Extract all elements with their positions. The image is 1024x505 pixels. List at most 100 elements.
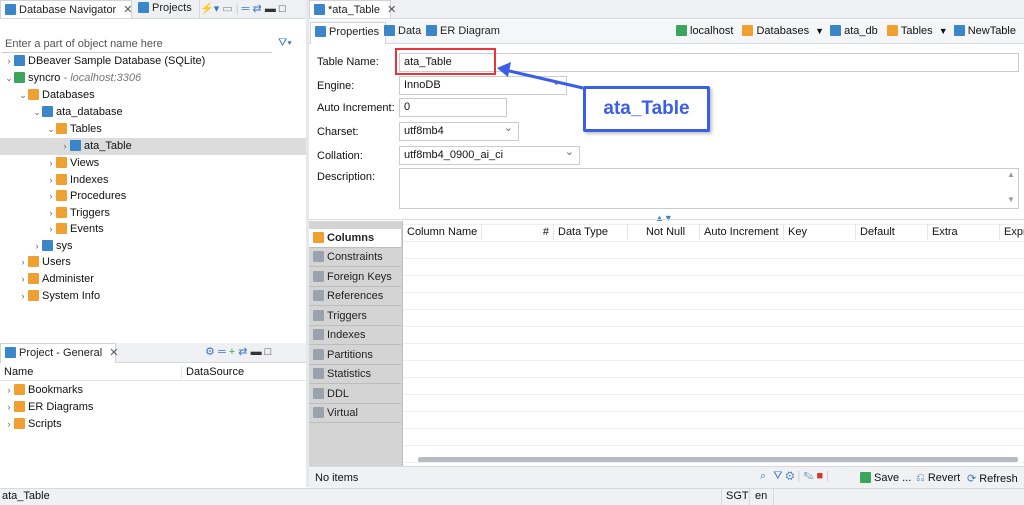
chevron-down-icon[interactable]: ⌄ [4,70,14,87]
chevron-right-icon[interactable]: › [4,416,14,433]
column-header-auto-increment[interactable]: Auto Increment [700,224,784,240]
minimize-icon[interactable]: ▬ [265,3,276,15]
project-item-bookmarks[interactable]: › Bookmarks [0,382,83,399]
folder-icon[interactable]: ▭ [222,3,232,15]
column-header-not-null[interactable]: Not Null [628,224,700,240]
tree-item-triggers[interactable]: › Triggers [0,205,110,222]
collation-select[interactable]: utf8mb4_0900_ai_ci [399,145,580,165]
link-with-editor-icon[interactable]: ⇄ [253,3,262,15]
tab-projects[interactable]: Projects [134,0,200,18]
chevron-right-icon[interactable]: › [18,254,28,271]
tree-item-events[interactable]: › Events [0,221,104,238]
side-tab-foreign-keys[interactable]: Foreign Keys [309,268,401,287]
subtab-er-diagram[interactable]: ER Diagram [422,22,506,44]
column-header-data-type[interactable]: Data Type [554,224,628,240]
chevron-right-icon[interactable]: › [60,138,70,155]
side-tab-columns[interactable]: Columns [309,229,401,248]
chevron-right-icon[interactable]: › [46,172,56,189]
subtab-properties[interactable]: Properties [310,22,387,44]
description-textarea[interactable] [399,168,1019,209]
link-with-editor-icon[interactable]: ⇄ [238,346,247,358]
gear-icon[interactable]: ⚙ [205,346,215,358]
column-header-ordinal[interactable]: # [482,224,554,240]
tree-item-syncro[interactable]: ⌄ syncro - localhost:3306 [0,70,141,87]
refresh-button[interactable]: ⟳ Refresh [967,472,1018,485]
chevron-down-icon[interactable]: ⌄ [46,121,56,138]
chevron-down-icon[interactable]: ▼ [815,26,824,36]
delete-icon[interactable]: ■ [817,470,824,482]
tree-item-ata-database[interactable]: ⌄ ata_database [0,104,123,121]
chevron-right-icon[interactable]: › [4,399,14,416]
chevron-right-icon[interactable]: › [46,205,56,222]
tree-item-ata-table[interactable]: › ata_Table [0,138,306,155]
breadcrumb-db[interactable]: ata_db [830,25,878,37]
subtab-data[interactable]: Data [380,22,427,44]
breadcrumb-databases[interactable]: Databases [742,25,809,37]
project-item-er-diagrams[interactable]: › ER Diagrams [0,399,93,416]
tree-item-tables[interactable]: ⌄ Tables [0,121,102,138]
chevron-right-icon[interactable]: › [32,238,42,255]
filter-icon[interactable]: ⛛ [773,470,782,482]
side-tab-indexes[interactable]: Indexes [309,326,401,345]
close-icon[interactable]: ✕ [123,4,132,16]
chevron-right-icon[interactable]: › [4,382,14,399]
scroll-up-icon[interactable]: ▲ [1007,170,1015,179]
tree-item-indexes[interactable]: › Indexes [0,172,109,189]
chevron-right-icon[interactable]: › [46,221,56,238]
column-header-name[interactable]: Column Name [403,224,482,240]
column-header-datasource[interactable]: DataSource [181,366,244,378]
column-header-key[interactable]: Key [784,224,856,240]
breadcrumb-tables[interactable]: Tables [886,25,933,37]
gear-icon[interactable]: ⚙ [786,470,795,482]
chevron-right-icon[interactable]: › [18,288,28,305]
chevron-right-icon[interactable]: › [46,188,56,205]
horizontal-scrollbar[interactable] [418,457,1018,462]
add-icon[interactable]: + [229,346,235,358]
auto-increment-input[interactable]: 0 [399,98,507,117]
chevron-right-icon[interactable]: › [46,155,56,172]
tree-item-procedures[interactable]: › Procedures [0,188,126,205]
tab-project-general[interactable]: Project - General ✕ [0,343,118,363]
tree-item-views[interactable]: › Views [0,155,99,172]
charset-select[interactable]: utf8mb4 [399,121,519,141]
column-header-default[interactable]: Default [856,224,928,240]
tab-database-navigator[interactable]: Database Navigator ✕ [0,0,133,18]
tab-ata-table-editor[interactable]: *ata_Table ✕ [309,0,396,18]
tree-item-databases[interactable]: ⌄ Databases [0,87,95,104]
column-header-extra[interactable]: Extra [928,224,1000,240]
minimize-icon[interactable]: ▬ [251,346,262,358]
save-button[interactable]: Save ... [860,472,911,484]
side-tab-ddl[interactable]: DDL [309,385,401,404]
breadcrumb-host[interactable]: localhost [676,25,733,37]
tree-item-dbeaver-sample[interactable]: › DBeaver Sample Database (SQLite) [0,53,205,70]
scroll-down-icon[interactable]: ▼ [1007,195,1015,204]
chevron-down-icon[interactable]: ⌄ [18,87,28,104]
project-item-scripts[interactable]: › Scripts [0,416,62,433]
edit-icon[interactable]: ✎ [803,470,813,482]
side-tab-virtual[interactable]: Virtual [309,404,401,423]
column-header-expr[interactable]: Expr [1000,224,1024,240]
tree-item-sys[interactable]: › sys [0,238,73,255]
tree-item-users[interactable]: › Users [0,254,71,271]
new-connection-icon[interactable]: ⚡▾ [200,3,219,15]
filter-input[interactable]: Enter a part of object name here [2,36,272,53]
close-icon[interactable]: ✕ [109,347,118,359]
collapse-all-icon[interactable]: ═ [242,3,250,15]
tree-item-system-info[interactable]: › System Info [0,288,100,305]
chevron-right-icon[interactable]: › [18,271,28,288]
column-header-name[interactable]: Name [4,366,33,378]
side-tab-statistics[interactable]: Statistics [309,365,401,384]
side-tab-constraints[interactable]: Constraints [309,248,401,267]
chevron-right-icon[interactable]: › [4,53,14,70]
collapse-all-icon[interactable]: ═ [218,346,226,358]
maximize-icon[interactable]: □ [279,3,286,15]
filter-icon[interactable]: ⛛▾ [278,37,292,50]
side-tab-partitions[interactable]: Partitions [309,346,401,365]
chevron-down-icon[interactable]: ▼ [939,26,948,36]
search-icon[interactable]: ⌕ [760,470,766,482]
chevron-down-icon[interactable]: ⌄ [32,104,42,121]
close-icon[interactable]: ✕ [387,4,396,16]
maximize-icon[interactable]: □ [265,346,272,358]
breadcrumb-table[interactable]: NewTable [953,25,1016,37]
side-tab-references[interactable]: References [309,287,401,306]
